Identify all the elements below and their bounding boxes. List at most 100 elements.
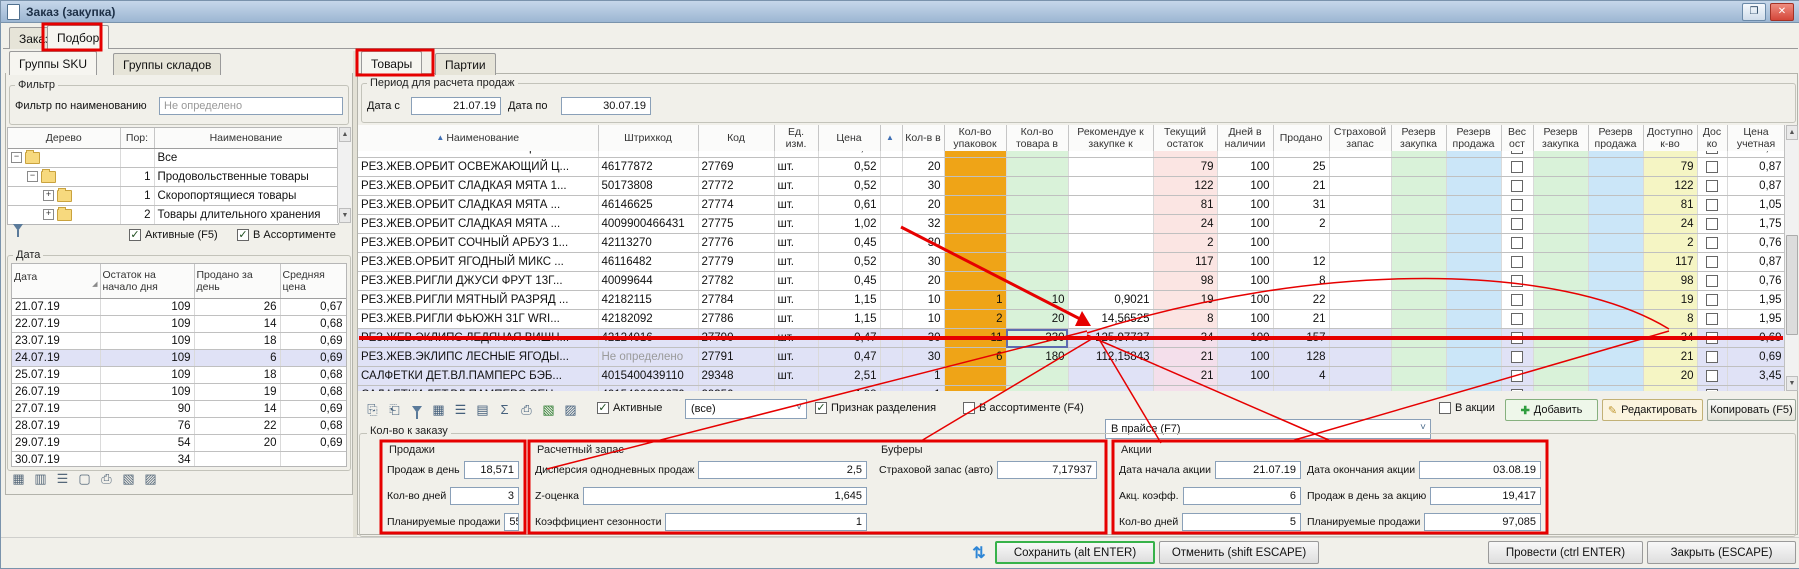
table-cell[interactable] <box>1588 158 1643 177</box>
table-cell[interactable] <box>880 215 902 234</box>
table-cell[interactable]: 0,68 <box>280 367 346 384</box>
table-cell[interactable] <box>1588 367 1643 386</box>
table-cell[interactable] <box>1446 329 1501 348</box>
table-cell[interactable]: 0,61 <box>818 196 880 215</box>
tree-row[interactable]: −1Продовольственные товары <box>8 168 338 187</box>
table-cell[interactable]: 25.07.19 <box>12 367 100 384</box>
table-cell[interactable]: 21 <box>1273 177 1329 196</box>
table-cell[interactable]: Не определено <box>598 348 698 367</box>
tab-sku-groups[interactable]: Группы SKU <box>9 51 97 75</box>
table-cell[interactable]: 10 <box>1006 291 1068 310</box>
table-cell[interactable]: 0,47 <box>818 348 880 367</box>
table-cell[interactable] <box>1588 234 1643 253</box>
table-cell[interactable]: 27790 <box>698 329 774 348</box>
table-cell[interactable] <box>1697 196 1727 215</box>
table-cell[interactable]: 12 <box>1273 253 1329 272</box>
table-cell[interactable]: 10 <box>902 310 944 329</box>
table-cell[interactable]: 122 <box>1153 177 1217 196</box>
tab-podbor[interactable]: Подбор <box>47 25 109 49</box>
table-cell[interactable] <box>1588 272 1643 291</box>
table-cell[interactable]: 0,69 <box>280 333 346 350</box>
table-cell[interactable]: 29.07.19 <box>12 435 100 452</box>
add-rows-alt-icon[interactable]: ⎗ <box>385 400 404 419</box>
field-input[interactable]: 1,645 <box>583 487 867 505</box>
expand-icon[interactable]: + <box>43 209 54 220</box>
table-cell[interactable] <box>1006 177 1068 196</box>
table-cell[interactable]: 1,05 <box>1727 196 1784 215</box>
table-cell[interactable] <box>1329 177 1391 196</box>
table-cell[interactable] <box>880 196 902 215</box>
table-cell[interactable]: 30 <box>902 177 944 196</box>
table-cell[interactable] <box>1697 158 1727 177</box>
table-cell[interactable] <box>1533 386 1588 392</box>
table-cell[interactable] <box>1446 234 1501 253</box>
table-cell[interactable]: 23.07.19 <box>12 333 100 350</box>
table-cell[interactable] <box>1501 234 1533 253</box>
table-cell[interactable]: 22 <box>1273 291 1329 310</box>
table-cell[interactable] <box>1391 272 1446 291</box>
row-checkbox[interactable] <box>1511 370 1523 382</box>
table-cell[interactable]: 25 <box>1273 158 1329 177</box>
column-header[interactable]: Дос ко <box>1697 125 1727 151</box>
table-cell[interactable]: 8 <box>1643 310 1697 329</box>
table-cell[interactable] <box>1068 215 1153 234</box>
table-cell[interactable]: 29348 <box>698 367 774 386</box>
table-cell[interactable]: 0,69 <box>280 401 346 418</box>
table-cell[interactable]: 27791 <box>698 348 774 367</box>
all-filter-combo[interactable]: (все) <box>685 399 807 419</box>
table-cell[interactable]: 8 <box>1153 310 1217 329</box>
product-row[interactable]: РЕЗ.ЖЕВ.ЭКЛИПС ЛЕСНЫЕ ЯГОДЫ...Не определ… <box>358 348 1784 367</box>
table-cell[interactable] <box>1533 196 1588 215</box>
tree-row[interactable]: −Все <box>8 149 338 168</box>
table-cell[interactable] <box>1273 234 1329 253</box>
table-cell[interactable]: 109 <box>100 316 194 333</box>
table-cell[interactable] <box>1533 272 1588 291</box>
table-cell[interactable]: 1,15 <box>818 291 880 310</box>
column-header[interactable]: Продано <box>1273 125 1329 151</box>
row-checkbox[interactable] <box>1511 256 1523 268</box>
table-cell[interactable]: 10 <box>902 291 944 310</box>
table-cell[interactable]: 42182115 <box>598 291 698 310</box>
post-button[interactable]: Провести (ctrl ENTER) <box>1488 541 1643 564</box>
table-cell[interactable]: 19 <box>1643 291 1697 310</box>
table-cell[interactable] <box>1501 215 1533 234</box>
table-cell[interactable]: САЛФЕТКИ ДЕТ.ВЛ.ПАМПЕРС СЕН... <box>358 386 598 392</box>
table-cell[interactable]: 100 <box>1217 272 1273 291</box>
table-cell[interactable]: 21.07.19 <box>12 299 100 316</box>
table-cell[interactable] <box>1329 234 1391 253</box>
table-cell[interactable]: 0,45 <box>818 272 880 291</box>
field-input[interactable]: 21.07.19 <box>1215 461 1301 479</box>
product-row[interactable]: РЕЗ.ЖЕВ.ЭКЛИПС ЛЕДЯНАЯ ВИШН...4212401627… <box>358 329 1784 348</box>
table-cell[interactable]: 26 <box>194 299 280 316</box>
table-cell[interactable]: 34 <box>1153 329 1217 348</box>
list-view-icon[interactable]: ☰ <box>53 469 72 488</box>
row-checkbox[interactable] <box>1706 275 1718 287</box>
table-cell[interactable]: 100 <box>1217 253 1273 272</box>
product-row[interactable]: РЕЗ.ЖЕВ.РИГЛИ ФЬЮЖН 31Г WRI...4218209227… <box>358 310 1784 329</box>
table-cell[interactable]: шт. <box>774 291 818 310</box>
table-cell[interactable] <box>944 215 1006 234</box>
active-checkbox[interactable]: ✓ Активные <box>597 402 662 414</box>
report-icon[interactable]: ▨ <box>561 400 580 419</box>
table-cell[interactable] <box>1501 196 1533 215</box>
close-icon[interactable]: ✕ <box>1770 3 1794 21</box>
table-cell[interactable] <box>1329 215 1391 234</box>
table-cell[interactable] <box>1697 253 1727 272</box>
table-cell[interactable]: 31 <box>1273 196 1329 215</box>
column-header[interactable]: Дней в наличии <box>1217 125 1273 151</box>
row-numbers-icon[interactable]: ☰ <box>451 400 470 419</box>
table-cell[interactable]: 34 <box>1643 329 1697 348</box>
table-cell[interactable] <box>1588 196 1643 215</box>
table-cell[interactable] <box>1006 367 1068 386</box>
table-cell[interactable]: 1,95 <box>1727 310 1784 329</box>
table-cell[interactable] <box>1329 367 1391 386</box>
table-cell[interactable]: 0,68 <box>280 384 346 401</box>
product-row[interactable]: РЕЗ.ЖЕВ.ОРБИТ СОЧНЫЙ АРБУЗ 1...421132702… <box>358 234 1784 253</box>
table-cell[interactable]: 0,69 <box>1727 329 1784 348</box>
table-cell[interactable]: 27776 <box>698 234 774 253</box>
table-cell[interactable]: 1,02 <box>818 215 880 234</box>
column-header[interactable]: Пор: <box>120 128 154 149</box>
table-cell[interactable]: 0,69 <box>280 350 346 367</box>
row-checkbox[interactable] <box>1706 237 1718 249</box>
tab-warehouse-groups[interactable]: Группы складов <box>113 53 221 75</box>
